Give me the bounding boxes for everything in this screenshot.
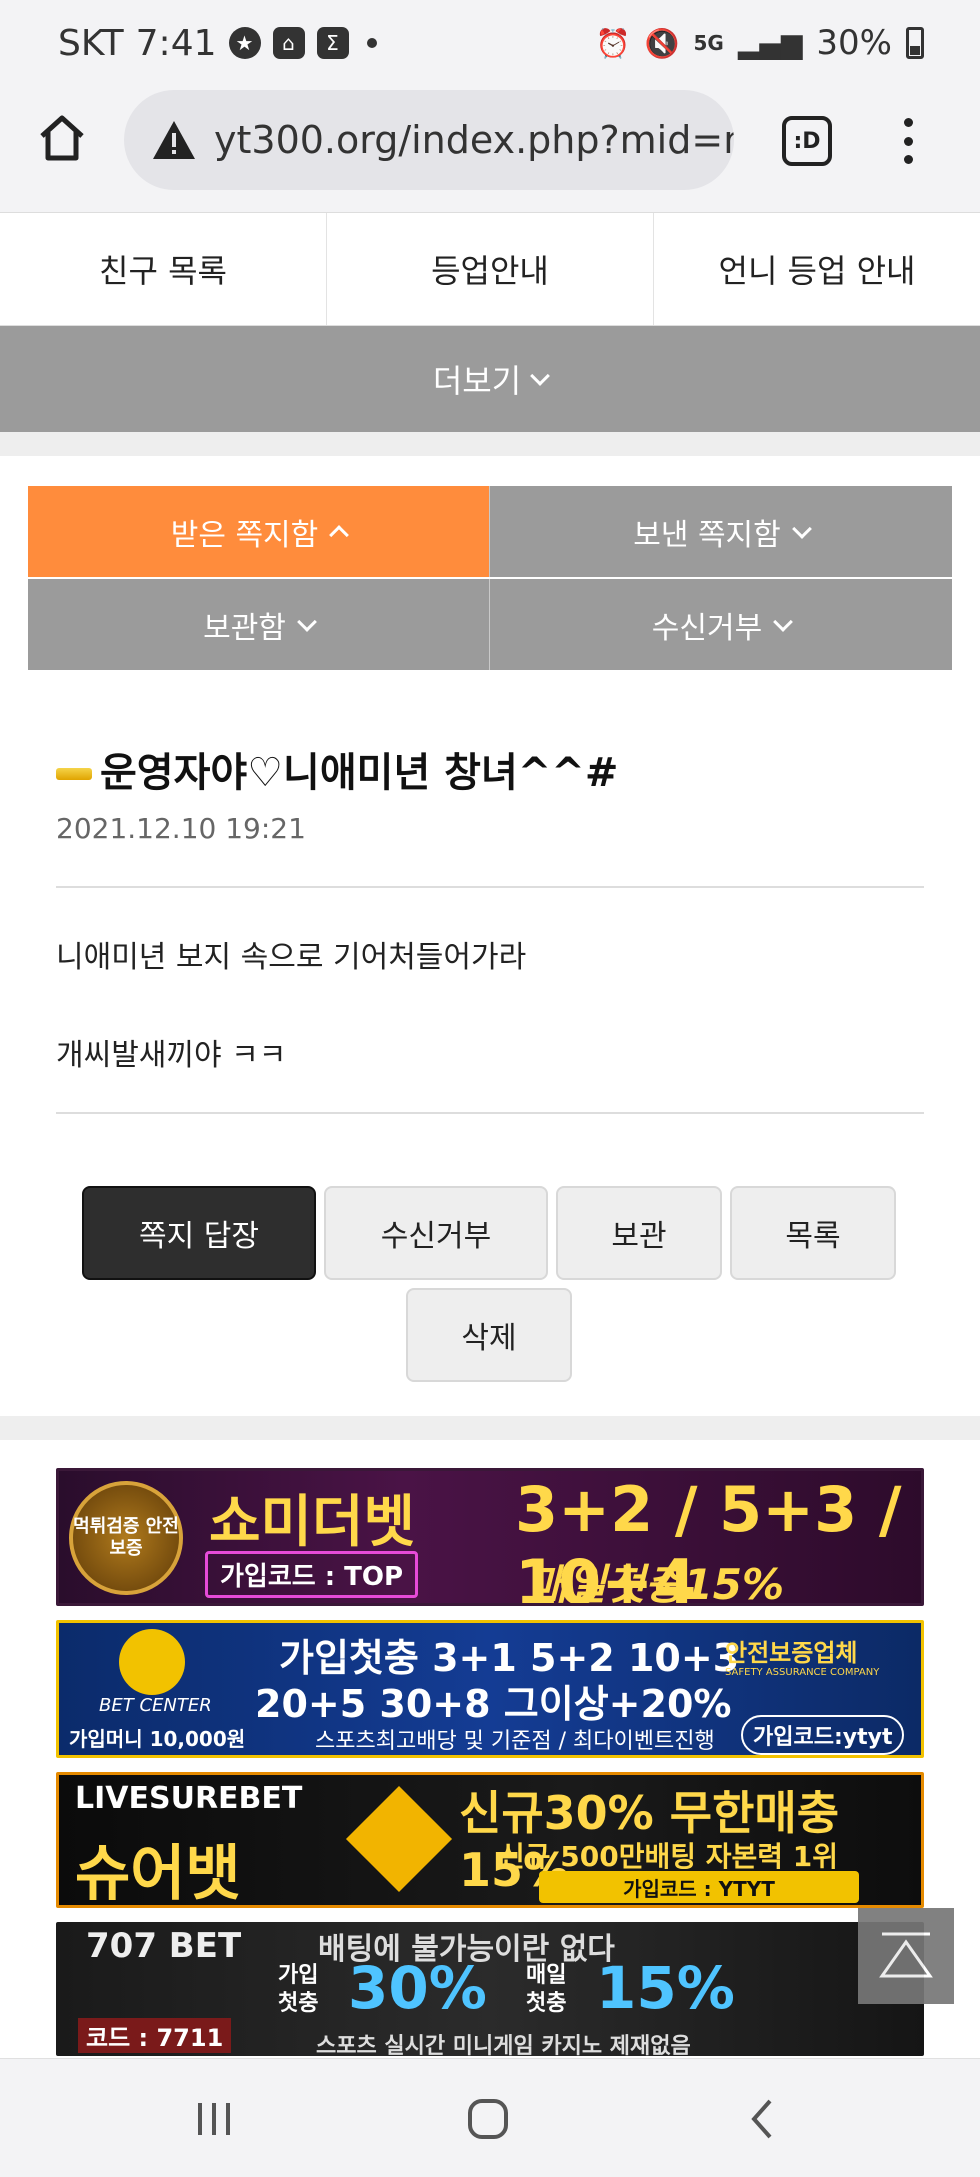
url-text: yt300.org/index.php?mid=m	[214, 118, 734, 162]
chevron-down-icon	[297, 611, 317, 632]
banner-code: 가입코드:ytyt	[741, 1715, 905, 1755]
banner-brand: 707 BET	[86, 1926, 242, 1966]
dot-icon	[903, 118, 913, 127]
banner-code: 코드 : 7711	[78, 2018, 232, 2053]
tab-label: 보낸 쪽지함	[633, 517, 781, 553]
section-divider	[0, 432, 980, 456]
signal-icon: ▂▄▆	[737, 26, 803, 60]
chevron-down-icon	[773, 611, 794, 632]
tab-inbox[interactable]: 받은 쪽지함	[28, 486, 490, 577]
ad-banner-livesurebet[interactable]: LIVESUREBET 슈어뱃 신규30% 무한매충15% 신규 500만배팅 …	[56, 1772, 924, 1908]
tab-label: 보관함	[203, 610, 286, 646]
banner-join-label: 가입 첫충	[278, 1963, 319, 2016]
banner-code: 가입코드 : TOP	[205, 1551, 419, 1598]
banner-brand: BET CENTER	[99, 1695, 212, 1716]
tab-blocked[interactable]: 수신거부	[490, 579, 952, 670]
message-title: 운영자야♡니애미년 창녀^^#	[56, 740, 618, 798]
banner-code: 가입코드 : YTYT	[539, 1871, 859, 1903]
nav-friends[interactable]: 친구 목록	[0, 213, 327, 325]
battery-icon	[906, 27, 924, 59]
home-button[interactable]	[30, 106, 94, 170]
home-icon	[40, 115, 84, 161]
banner-headline: 쇼미더벳	[209, 1490, 416, 1555]
home-nav-button[interactable]	[458, 2089, 518, 2149]
status-right: ⏰ 🔇 5G ▂▄▆ 30%	[596, 20, 924, 66]
more-label: 더보기	[432, 362, 522, 400]
arrow-up-icon	[879, 1932, 933, 1978]
banner-join-percent: 30%	[348, 1954, 487, 2022]
banner-sub: 스포츠 실시간 미니게임 카지노 제재없음	[316, 2034, 691, 2056]
betcenter-logo-icon	[119, 1629, 185, 1695]
browser-menu-button[interactable]	[888, 116, 928, 166]
alarm-icon: ⏰	[595, 26, 631, 60]
notification-dot-icon	[366, 38, 377, 48]
banner-daily-percent: 15%	[596, 1954, 735, 2022]
message-body-line: 개씨발새끼야 ㅋㅋ	[56, 1038, 287, 1073]
level-badge-icon	[56, 768, 92, 780]
banner-brand-kr: 슈어뱃	[75, 1839, 241, 1908]
mute-icon: 🔇	[644, 26, 680, 60]
divider	[56, 1112, 924, 1114]
message-body-line: 니애미년 보지 속으로 기어처들어가라	[56, 940, 527, 975]
tab-label: 받은 쪽지함	[170, 517, 319, 553]
nav-sister-levelup-guide[interactable]: 언니 등업 안내	[654, 213, 980, 325]
carrier-label: SKT	[58, 22, 124, 64]
ad-banner-showmethebet[interactable]: 먹튀검증 안전보증 쇼미더벳 3+2 / 5+3 / 10+4 가입코드 : T…	[56, 1468, 924, 1606]
keep-button[interactable]: 보관	[556, 1186, 722, 1280]
warning-icon	[150, 118, 198, 162]
chevron-up-icon	[329, 524, 350, 545]
tab-sent[interactable]: 보낸 쪽지함	[490, 486, 952, 577]
back-arrow-icon	[751, 2099, 772, 2139]
tab-switcher-button[interactable]: :D	[782, 116, 832, 166]
banner-sub: 신규 500만배팅 자본력 1위	[499, 1840, 839, 1873]
ad-banner-betcenter[interactable]: BET CENTER 가입머니 10,000원 가입첫충 3+1 5+2 10+…	[56, 1620, 924, 1758]
system-nav-bar	[0, 2058, 980, 2177]
banner-badge-sub: SAFETY ASSURANCE COMPANY	[725, 1667, 880, 1678]
more-button[interactable]: 더보기	[0, 326, 980, 432]
chevron-down-icon	[530, 366, 551, 386]
message-date: 2021.12.10 19:21	[56, 812, 306, 845]
reply-button[interactable]: 쪽지 답장	[82, 1186, 316, 1280]
sigma-icon: Σ	[316, 27, 349, 59]
list-button[interactable]: 목록	[730, 1186, 896, 1280]
banner-brand: LIVESUREBET	[75, 1781, 303, 1816]
tab-storage[interactable]: 보관함	[28, 579, 490, 670]
message-title-text: 운영자야♡니애미년 창녀^^#	[100, 750, 619, 796]
back-button[interactable]	[732, 2089, 792, 2149]
recent-apps-button[interactable]	[184, 2089, 244, 2149]
home-badge-icon: ⌂	[272, 27, 305, 59]
block-button[interactable]: 수신거부	[324, 1186, 548, 1280]
star-circle-icon: ★	[228, 27, 261, 59]
section-divider	[0, 1416, 980, 1440]
divider	[56, 886, 924, 888]
browser-toolbar: yt300.org/index.php?mid=m :D	[0, 86, 980, 212]
nav-levelup-guide[interactable]: 등업안내	[327, 213, 654, 325]
scroll-to-top-button[interactable]	[858, 1908, 954, 2004]
banner-headline-2: 20+5 30+8 그이상+20%	[255, 1682, 732, 1726]
banner-sub: 스포츠최고배당 및 기준점 / 최다이벤트진행	[315, 1729, 715, 1754]
banner-sub: 매일첫충15%	[529, 1560, 785, 1606]
battery-percent: 30%	[816, 23, 892, 63]
banner-daily-label: 매일 첫충	[526, 1963, 567, 2016]
status-left: SKT 7:41 ★ ⌂ Σ	[58, 20, 377, 66]
chevron-down-icon	[791, 518, 812, 539]
ad-banner-707bet[interactable]: 707 BET 코드 : 7711 배팅에 불가능이란 없다 가입 첫충 30%…	[56, 1922, 924, 2056]
site-nav: 친구 목록 등업안내 언니 등업 안내	[0, 212, 980, 326]
delete-button[interactable]: 삭제	[406, 1288, 572, 1382]
recent-apps-icon	[198, 2103, 230, 2135]
clock: 7:41	[135, 22, 217, 64]
network-type: 5G	[693, 31, 724, 55]
banner-money: 가입머니 10,000원	[69, 1727, 246, 1751]
tab-label: 수신거부	[651, 610, 763, 646]
status-bar: SKT 7:41 ★ ⌂ Σ ⏰ 🔇 5G ▂▄▆ 30%	[0, 0, 980, 86]
home-circle-icon	[468, 2099, 508, 2139]
banner-badge: 안전보증업체	[725, 1639, 858, 1667]
address-bar[interactable]: yt300.org/index.php?mid=m	[124, 90, 734, 190]
message-box-tabs: 받은 쪽지함 보낸 쪽지함 보관함 수신거부	[28, 486, 952, 670]
dot-icon	[903, 155, 913, 164]
verification-seal: 먹튀검증 안전보증	[69, 1481, 183, 1595]
surebet-logo-icon	[345, 1785, 453, 1893]
dot-icon	[903, 136, 913, 146]
